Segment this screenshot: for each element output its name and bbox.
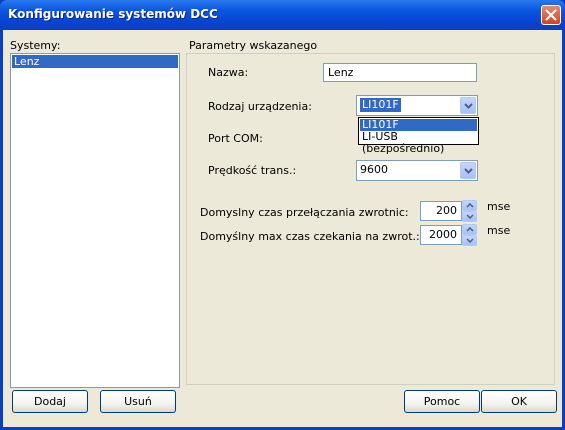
chevron-up-icon (466, 203, 474, 208)
add-button[interactable]: Dodaj (12, 390, 88, 413)
device-type-select[interactable]: LI101F (356, 95, 478, 116)
systems-list[interactable]: Lenz (10, 53, 180, 388)
chevron-up-icon (466, 227, 474, 232)
chevron-down-icon (464, 103, 473, 109)
chevron-down-icon (466, 238, 474, 243)
switch-time-label: Domyslny czas przełączania zwrotnic: (200, 206, 409, 219)
switch-time-unit: mse (487, 200, 511, 213)
speed-label: Prędkość trans.: (208, 164, 297, 177)
switch-time-spinner[interactable] (462, 200, 477, 222)
dialog-body: Systemy: Lenz Parametry wskazanego Nazwa… (3, 30, 562, 427)
wait-time-label: Domyślny max czas czekania na zwrot.: (200, 230, 420, 243)
dialog-window: Konfigurowanie systemów DCC Systemy: Len… (0, 0, 565, 430)
device-type-label: Rodzaj urządzenia: (208, 100, 312, 113)
window-title: Konfigurowanie systemów DCC (8, 7, 218, 21)
speed-value: 9600 (360, 163, 388, 176)
ok-button[interactable]: OK (481, 390, 557, 413)
title-bar[interactable]: Konfigurowanie systemów DCC (0, 0, 565, 30)
speed-select[interactable]: 9600 (356, 160, 478, 181)
device-type-dropdown-list[interactable]: LI101F LI-USB (bezpośrednio) (358, 117, 479, 155)
wait-time-down-button[interactable] (462, 235, 477, 246)
systems-label: Systemy: (10, 39, 61, 52)
name-field[interactable]: Lenz (323, 63, 477, 82)
device-option-li-usb[interactable]: LI-USB (bezpośrednio) (360, 131, 477, 155)
switch-time-field[interactable]: 200 (420, 201, 462, 221)
device-type-dropdown-button[interactable] (460, 97, 476, 114)
speed-dropdown-button[interactable] (460, 162, 476, 179)
port-com-label: Port COM: (208, 132, 263, 145)
parameters-group-label: Parametry wskazanego (187, 39, 320, 52)
close-icon (545, 9, 557, 21)
switch-time-up-button[interactable] (462, 200, 477, 211)
wait-time-up-button[interactable] (462, 224, 477, 235)
chevron-down-icon (466, 214, 474, 219)
close-button[interactable] (541, 5, 561, 25)
remove-button[interactable]: Usuń (100, 390, 176, 413)
list-item[interactable]: Lenz (12, 55, 178, 68)
name-label: Nazwa: (208, 66, 249, 79)
help-button[interactable]: Pomoc (404, 390, 480, 413)
chevron-down-icon (464, 168, 473, 174)
switch-time-down-button[interactable] (462, 211, 477, 222)
wait-time-spinner[interactable] (462, 224, 477, 246)
wait-time-unit: mse (487, 224, 511, 237)
wait-time-field[interactable]: 2000 (420, 225, 462, 245)
device-type-value: LI101F (360, 98, 401, 112)
